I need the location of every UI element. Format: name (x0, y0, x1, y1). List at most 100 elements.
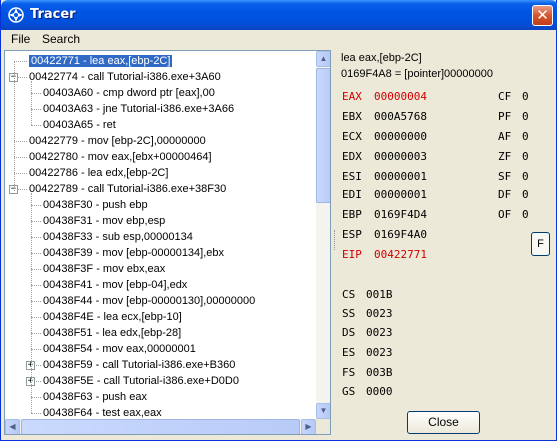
register-name[interactable]: EDI (342, 188, 362, 201)
flag-name[interactable]: PF (498, 110, 511, 123)
tree-item[interactable]: 00422789 - call Tutorial-i386.exe+38F30 (29, 181, 226, 197)
register-value[interactable]: 00000000 (374, 130, 427, 143)
flag-name[interactable]: ZF (498, 150, 511, 163)
menu-search[interactable]: Search (42, 32, 80, 46)
register-value[interactable]: 0169F4A0 (374, 228, 427, 241)
segment-name[interactable]: ES (342, 346, 355, 359)
tree-item[interactable]: 00403A65 - ret (43, 117, 116, 133)
tree-connector (31, 349, 41, 350)
tree-connector (31, 285, 41, 286)
pane-splitter[interactable] (334, 230, 337, 250)
register-name[interactable]: ESP (342, 228, 362, 241)
segment-value[interactable]: 0023 (366, 307, 393, 320)
flag-value[interactable]: 0 (522, 150, 529, 163)
flag-value[interactable]: 0 (522, 208, 529, 221)
tree-item-label: 00422786 - lea edx,[ebp-2C] (29, 167, 169, 179)
tree-item[interactable]: 00438F44 - mov [ebp-00000130],00000000 (43, 293, 255, 309)
close-button[interactable]: Close (407, 411, 480, 434)
register-name[interactable]: EDX (342, 150, 362, 163)
scroll-right-arrow-icon[interactable]: ▶ (301, 419, 316, 434)
flag-name[interactable]: DF (498, 188, 511, 201)
tree-connector (31, 125, 41, 126)
flag-name[interactable]: CF (498, 90, 511, 103)
window-close-icon[interactable]: ✕ (532, 5, 553, 26)
scroll-up-arrow-icon[interactable]: ▲ (316, 51, 330, 67)
segment-name[interactable]: GS (342, 385, 355, 398)
segment-value[interactable]: 0023 (366, 346, 393, 359)
title-bar[interactable]: Tracer ✕ (1, 0, 557, 30)
tree-horizontal-scrollbar[interactable]: ◀ ▶ (5, 419, 316, 434)
flag-value[interactable]: 0 (522, 188, 529, 201)
register-name[interactable]: EAX (342, 90, 362, 103)
register-name[interactable]: EBX (342, 110, 362, 123)
tree-item-label: 00422780 - mov eax,[ebx+00000464] (29, 151, 212, 163)
tree-item-label: 00422771 - lea eax,[ebp-2C] (27, 54, 174, 68)
register-name[interactable]: ESI (342, 170, 362, 183)
register-value[interactable]: 00000003 (374, 150, 427, 163)
tree-item[interactable]: 00438F4E - lea ecx,[ebp-10] (43, 309, 182, 325)
tree-connector (31, 109, 41, 110)
tree-item[interactable]: 00438F39 - mov [ebp-00000134],ebx (43, 245, 224, 261)
register-name[interactable]: ECX (342, 130, 362, 143)
tree-item-label: 00438F39 - mov [ebp-00000134],ebx (43, 247, 225, 259)
tree-item-label: 00422779 - mov [ebp-2C],00000000 (29, 135, 206, 147)
tree-item[interactable]: 00403A63 - jne Tutorial-i386.exe+3A66 (43, 101, 234, 117)
vertical-scroll-thumb[interactable] (316, 68, 330, 203)
segment-name[interactable]: CS (342, 288, 355, 301)
segment-value[interactable]: 001B (366, 288, 393, 301)
float-button[interactable]: F (531, 232, 550, 256)
tree-item[interactable]: 00438F31 - mov ebp,esp (43, 213, 165, 229)
tree-item[interactable]: 00422786 - lea edx,[ebp-2C] (29, 165, 168, 181)
tree-item-label: 00422789 - call Tutorial-i386.exe+38F30 (29, 183, 227, 195)
scroll-down-arrow-icon[interactable]: ▼ (316, 403, 330, 419)
tree-item[interactable]: 00403A60 - cmp dword ptr [eax],00 (43, 85, 215, 101)
flag-name[interactable]: AF (498, 130, 511, 143)
flag-value[interactable]: 0 (522, 170, 529, 183)
tree-item[interactable]: 00438F59 - call Tutorial-i386.exe+B360 (43, 357, 235, 373)
tree-vertical-scrollbar[interactable]: ▲ ▼ (316, 51, 330, 419)
flag-name[interactable]: SF (498, 170, 511, 183)
trace-tree[interactable]: ▲ ▼ ◀ ▶ 00422771 - lea eax,[ebp-2C] 00422… (4, 50, 331, 435)
segment-name[interactable]: SS (342, 307, 355, 320)
tree-item[interactable]: 00438F33 - sub esp,00000134 (43, 229, 193, 245)
register-value[interactable]: 000A5768 (374, 110, 427, 123)
tree-item[interactable]: 00422774 - call Tutorial-i386.exe+3A60 (29, 69, 221, 85)
tree-item[interactable]: 00438F30 - push ebp (43, 197, 148, 213)
segment-name[interactable]: DS (342, 326, 355, 339)
register-name[interactable]: EBP (342, 208, 362, 221)
tree-item[interactable]: 00438F5E - call Tutorial-i386.exe+D0D0 (43, 373, 239, 389)
tree-connector (31, 333, 41, 334)
tree-item[interactable]: 00422771 - lea eax,[ebp-2C] (27, 53, 174, 69)
register-value[interactable]: 0169F4D4 (374, 208, 427, 221)
tree-connector (14, 173, 27, 174)
horizontal-scroll-thumb[interactable] (21, 419, 300, 434)
flag-value[interactable]: 0 (522, 130, 529, 143)
segment-value[interactable]: 003B (366, 366, 393, 379)
scroll-left-arrow-icon[interactable]: ◀ (5, 419, 20, 434)
tree-connector (31, 237, 41, 238)
register-value[interactable]: 00000001 (374, 170, 427, 183)
register-value[interactable]: 00000001 (374, 188, 427, 201)
tree-item[interactable]: 00438F51 - lea edx,[ebp-28] (43, 325, 181, 341)
segment-name[interactable]: FS (342, 366, 355, 379)
register-value[interactable]: 00000004 (374, 90, 427, 103)
tree-item[interactable]: 00438F3F - mov ebx,eax (43, 261, 165, 277)
segment-value[interactable]: 0023 (366, 326, 393, 339)
register-name[interactable]: EIP (342, 248, 362, 261)
flag-name[interactable]: OF (498, 208, 511, 221)
menu-file[interactable]: File (11, 32, 30, 46)
tree-item[interactable]: 00422780 - mov eax,[ebx+00000464] (29, 149, 212, 165)
tree-item[interactable]: 00438F63 - push eax (43, 389, 147, 405)
segment-value[interactable]: 0000 (366, 385, 393, 398)
tree-item-label: 00438F44 - mov [ebp-00000130],00000000 (43, 295, 256, 307)
tree-item-label: 00438F5E - call Tutorial-i386.exe+D0D0 (43, 375, 239, 387)
tree-item[interactable]: 00422779 - mov [ebp-2C],00000000 (29, 133, 206, 149)
tracer-app-icon (8, 7, 24, 23)
tree-item[interactable]: 00438F64 - test eax,eax (43, 405, 162, 421)
tree-item[interactable]: 00438F54 - mov eax,00000001 (43, 341, 196, 357)
flag-value[interactable]: 0 (522, 110, 529, 123)
tree-item[interactable]: 00438F41 - mov [ebp-04],edx (43, 277, 187, 293)
flag-value[interactable]: 0 (522, 90, 529, 103)
register-value[interactable]: 00422771 (374, 248, 427, 261)
tree-item-label: 00438F63 - push eax (43, 391, 147, 403)
